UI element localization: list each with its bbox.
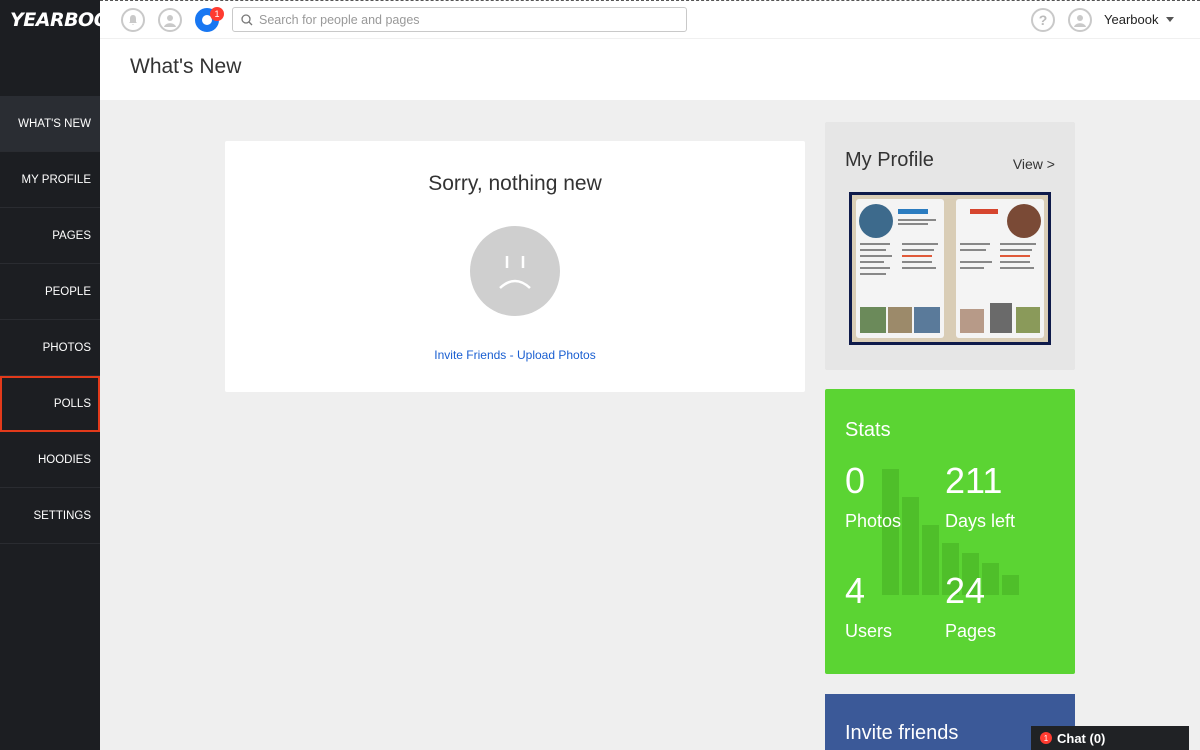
sidebar-item-pages[interactable]: PAGES bbox=[0, 208, 100, 264]
chat-label: Chat (0) bbox=[1057, 730, 1106, 746]
users-label: Users bbox=[845, 621, 893, 641]
search-icon bbox=[241, 13, 253, 25]
invite-friends-title: Invite friends bbox=[845, 722, 959, 744]
decorative-bar bbox=[922, 525, 939, 595]
avatar[interactable] bbox=[1068, 8, 1092, 32]
friends-icon[interactable] bbox=[158, 8, 182, 32]
photos-count: 0 bbox=[845, 460, 866, 501]
chat-badge: 1 bbox=[1040, 732, 1052, 744]
profile-card-title: My Profile bbox=[845, 149, 934, 171]
empty-title: Sorry, nothing new bbox=[428, 172, 602, 195]
notifications-icon[interactable]: 1 bbox=[195, 7, 224, 32]
days-left-label: Days left bbox=[945, 511, 1016, 531]
chevron-down-icon bbox=[1166, 17, 1175, 22]
photos-label: Photos bbox=[845, 511, 902, 531]
decorative-bar bbox=[1002, 575, 1019, 595]
user-name: Yearbook bbox=[1104, 12, 1159, 27]
users-count: 4 bbox=[845, 570, 866, 611]
decorative-bar bbox=[902, 497, 919, 595]
sidebar-item-my-profile[interactable]: MY PROFILE bbox=[0, 152, 100, 208]
my-profile-card: My Profile View > bbox=[825, 122, 1075, 370]
view-profile-link[interactable]: View > bbox=[1013, 156, 1055, 172]
notification-badge: 1 bbox=[210, 7, 224, 21]
sidebar-item-settings[interactable]: SETTINGS bbox=[0, 488, 100, 544]
sidebar-item-polls[interactable]: POLLS bbox=[0, 376, 100, 432]
yearbook-preview-pages bbox=[852, 195, 1048, 342]
invite-friends-link[interactable]: Invite Friends bbox=[434, 348, 506, 362]
decorative-bar bbox=[882, 469, 899, 595]
person-glyph bbox=[164, 15, 176, 27]
yearbook-spread-illustration bbox=[856, 199, 1044, 338]
stats-title: Stats bbox=[845, 419, 891, 441]
upload-photos-link[interactable]: Upload Photos bbox=[517, 348, 596, 362]
app-logo[interactable]: YEARBOOK bbox=[0, 0, 124, 40]
pages-count: 24 bbox=[945, 570, 986, 611]
sidebar: YEARBOOK WHAT'S NEW MY PROFILE PAGES PEO… bbox=[0, 0, 124, 750]
user-menu[interactable]: Yearbook bbox=[1104, 12, 1175, 27]
bell-glyph bbox=[129, 15, 137, 25]
stats-card: Stats 0 Photos 211 Days left 4 Users 24 … bbox=[825, 389, 1075, 674]
help-icon[interactable]: ? bbox=[1031, 8, 1055, 32]
search-box[interactable] bbox=[232, 7, 687, 32]
sidebar-nav: WHAT'S NEW MY PROFILE PAGES PEOPLE PHOTO… bbox=[0, 96, 100, 544]
days-left-count: 211 bbox=[945, 460, 1003, 501]
yearbook-preview-image[interactable] bbox=[849, 192, 1051, 345]
user-glyph bbox=[1074, 15, 1086, 27]
page-header: What's New bbox=[100, 38, 1200, 100]
sad-face-icon bbox=[470, 226, 560, 316]
sidebar-item-whats-new[interactable]: WHAT'S NEW bbox=[0, 96, 100, 152]
bell-icon[interactable] bbox=[121, 8, 145, 32]
sidebar-item-hoodies[interactable]: HOODIES bbox=[0, 432, 100, 488]
top-bar: 1 ? Yearbook bbox=[100, 0, 1200, 38]
link-separator: - bbox=[506, 348, 517, 362]
pages-label: Pages bbox=[945, 621, 997, 641]
chat-button[interactable]: 1 Chat (0) bbox=[1031, 726, 1189, 750]
sidebar-item-people[interactable]: PEOPLE bbox=[0, 264, 100, 320]
sidebar-item-photos[interactable]: PHOTOS bbox=[0, 320, 100, 376]
page-title: What's New bbox=[130, 55, 242, 78]
empty-actions: Invite Friends - Upload Photos bbox=[225, 348, 805, 362]
search-input[interactable] bbox=[259, 12, 659, 27]
empty-feed-card: Sorry, nothing new Invite Friends - Uplo… bbox=[225, 141, 805, 392]
sad-face-glyph bbox=[499, 256, 531, 289]
